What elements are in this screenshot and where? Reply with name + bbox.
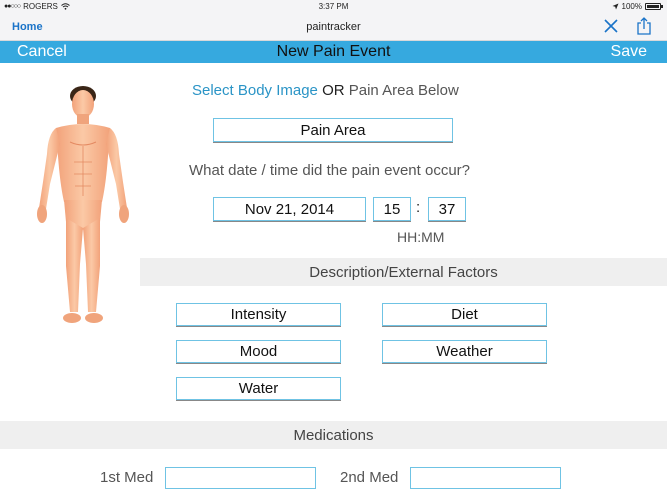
diet-button[interactable]: Diet [382,303,547,326]
location-icon [612,3,619,10]
second-med-label: 2nd Med [340,469,399,486]
browser-bar: Home paintracker [0,14,667,41]
minute-field[interactable]: 37 [428,197,466,221]
weather-button[interactable]: Weather [382,340,547,363]
status-bar: ●●○○○ ROGERS 3:37 PM 100% [0,0,667,14]
share-icon[interactable] [636,17,652,35]
second-med-input[interactable] [410,467,561,489]
datetime-question: What date / time did the pain event occu… [189,162,470,179]
battery-percent: 100% [621,2,642,11]
factors-section-header: Description/External Factors [140,258,667,286]
status-time: 3:37 PM [318,2,349,11]
battery-icon [645,3,663,10]
selection-line: Select Body Image OR Pain Area Below [192,82,459,99]
or-label: OR [322,82,345,99]
intensity-button[interactable]: Intensity [176,303,341,326]
pain-area-button[interactable]: Pain Area [213,118,453,142]
save-button[interactable]: Save [611,43,647,61]
water-button[interactable]: Water [176,377,341,400]
first-med-input[interactable] [165,467,316,489]
date-field[interactable]: Nov 21, 2014 [213,197,366,221]
time-separator: : [416,199,421,216]
close-icon[interactable] [603,18,619,34]
body-figure-image[interactable] [28,84,138,328]
nav-bar: Cancel New Pain Event Save [0,41,667,63]
hour-field[interactable]: 15 [373,197,411,221]
browser-title: paintracker [306,21,361,33]
page-title: New Pain Event [276,43,391,60]
mood-button[interactable]: Mood [176,340,341,363]
first-med-label: 1st Med [100,469,154,486]
time-format-hint: HH:MM [397,229,445,245]
medications-section-header: Medications [0,421,667,449]
status-right: 100% [612,2,663,11]
select-body-image-link[interactable]: Select Body Image [192,82,318,99]
pain-area-below-label: Pain Area Below [348,82,459,99]
